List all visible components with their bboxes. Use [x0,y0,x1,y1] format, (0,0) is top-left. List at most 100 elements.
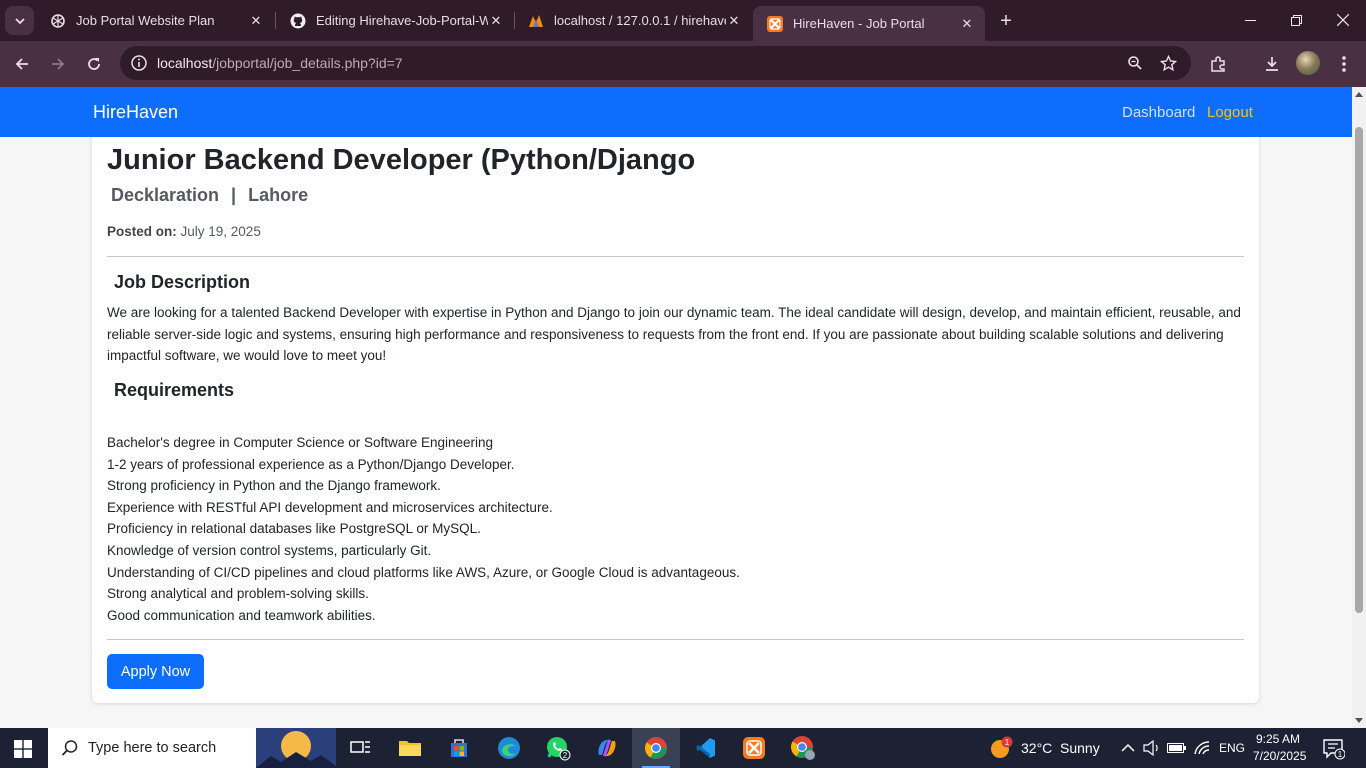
notifications-icon[interactable]: 1 [1323,738,1345,760]
tab-job-portal-plan[interactable]: Job Portal Website Plan ✕ [36,6,274,35]
browser-tab-strip: Job Portal Website Plan ✕ Editing Hireha… [0,0,1366,41]
page-scrollbar[interactable] [1352,87,1366,728]
requirement-item: Knowledge of version control systems, pa… [107,542,432,558]
battery-icon[interactable] [1167,742,1187,754]
openai-icon [50,13,66,29]
tab-title: Job Portal Website Plan [76,13,215,28]
reload-icon [88,58,100,70]
requirement-item: Strong analytical and problem-solving sk… [107,586,369,602]
chrome-button-active[interactable] [632,728,680,768]
requirement-item: Strong proficiency in Python and the Dja… [107,478,441,494]
scroll-up-icon[interactable] [1355,92,1363,97]
store-icon [451,739,467,757]
notification-count: 1 [1338,750,1343,759]
task-view-icon [350,741,370,753]
site-info-icon[interactable] [130,54,148,72]
xampp-icon [743,737,765,759]
close-window-button[interactable] [1320,0,1366,40]
divider [107,256,1244,257]
search-icon [61,740,78,756]
requirement-item: Proficiency in relational databases like… [107,521,481,537]
job-location: Lahore [248,185,309,205]
copilot-icon [598,739,616,757]
close-icon[interactable]: ✕ [726,13,742,29]
vscode-button[interactable] [681,728,729,768]
weather-sun-icon[interactable]: 1 [989,736,1013,760]
url-host: localhost [157,55,213,71]
scroll-down-icon[interactable] [1355,718,1363,723]
temperature[interactable]: 32°C [1021,740,1052,756]
tab-title: HireHaven - Job Portal [793,16,925,31]
job-description-heading: Job Description [114,272,251,292]
scrollbar-thumb[interactable] [1355,127,1363,613]
arrow-left-icon [15,58,28,70]
requirements-list: Bachelor's degree in Computer Science or… [107,432,740,626]
chevron-down-icon [14,17,25,24]
tab-phpmyadmin[interactable]: localhost / 127.0.0.1 / hirehaven ✕ [514,6,752,35]
xampp-button[interactable] [730,728,778,768]
job-description-text: We are looking for a talented Backend De… [107,305,1241,363]
zoom-icon[interactable] [1126,54,1144,72]
windows-start-icon[interactable] [14,740,32,758]
search-placeholder: Type here to search [88,740,217,756]
close-icon[interactable]: ✕ [488,13,504,29]
minimize-icon [1244,19,1256,21]
minimize-button[interactable] [1227,0,1273,40]
back-button[interactable] [8,50,36,78]
arrow-right-icon [52,58,65,70]
restore-icon [1290,14,1302,26]
nav-dashboard-link[interactable]: Dashboard [1122,104,1195,121]
reload-button[interactable] [80,50,108,78]
tab-github-editing[interactable]: Editing Hirehave-Job-Portal-We ✕ [276,6,514,35]
close-icon [1337,14,1349,26]
job-title: Junior Backend Developer (Python/Django [107,144,696,176]
requirement-item: Understanding of CI/CD pipelines and clo… [107,564,740,580]
close-icon[interactable]: ✕ [959,16,975,32]
clock-time[interactable]: 9:25 AM [1256,732,1300,746]
more-menu-icon[interactable] [1332,52,1356,76]
microsoft-store-button[interactable] [435,728,483,768]
requirement-item: Experience with RESTful API development … [107,499,553,515]
phpmyadmin-icon [528,13,544,29]
posted-date: Posted on: July 19, 2025 [107,224,261,239]
apply-now-button[interactable]: Apply Now [107,654,204,689]
company-location-line: Decklaration | Lahore [111,185,308,206]
file-explorer-button[interactable] [386,728,434,768]
folder-icon [399,741,421,756]
clock-date[interactable]: 7/20/2025 [1253,749,1306,763]
site-brand[interactable]: HireHaven [93,102,178,123]
extensions-icon[interactable] [1206,52,1230,76]
requirement-item: Good communication and teamwork abilitie… [107,607,376,623]
task-view-button[interactable] [337,728,385,768]
close-icon[interactable]: ✕ [248,13,264,29]
tab-search-button[interactable] [5,6,34,35]
bookmark-star-icon[interactable] [1159,54,1177,72]
new-tab-button[interactable]: + [994,9,1018,33]
download-icon[interactable] [1260,52,1284,76]
profile-avatar[interactable] [1296,51,1320,75]
url-text[interactable]: localhost/jobportal/job_details.php?id=7 [157,55,403,71]
weather-badge: 1 [1005,738,1010,747]
nav-logout-link[interactable]: Logout [1207,104,1253,121]
copilot-button[interactable] [583,728,631,768]
url-path: /jobportal/job_details.php?id=7 [212,55,403,71]
divider [107,639,1244,640]
tab-hirehaven-active[interactable]: HireHaven - Job Portal ✕ [753,6,985,41]
whatsapp-button[interactable]: 2 [534,728,582,768]
volume-icon[interactable] [1143,740,1161,756]
forward-button[interactable] [44,50,72,78]
company-name: Decklaration [111,185,220,205]
edge-button[interactable] [485,728,533,768]
weather-text[interactable]: Sunny [1060,740,1100,756]
address-bar[interactable]: localhost/jobportal/job_details.php?id=7 [120,46,1191,80]
site-navbar: HireHaven Dashboard Logout [0,87,1352,137]
restore-button[interactable] [1273,0,1319,40]
chevron-up-icon[interactable] [1121,742,1135,754]
posted-date-value: July 19, 2025 [180,224,261,239]
language-indicator[interactable]: ENG [1219,741,1245,755]
browser-toolbar: localhost/jobportal/job_details.php?id=7 [0,41,1366,87]
edge-icon [498,737,520,759]
whatsapp-icon: 2 [547,737,571,761]
chrome-profile-button[interactable] [779,728,827,768]
wifi-icon[interactable] [1193,740,1211,756]
